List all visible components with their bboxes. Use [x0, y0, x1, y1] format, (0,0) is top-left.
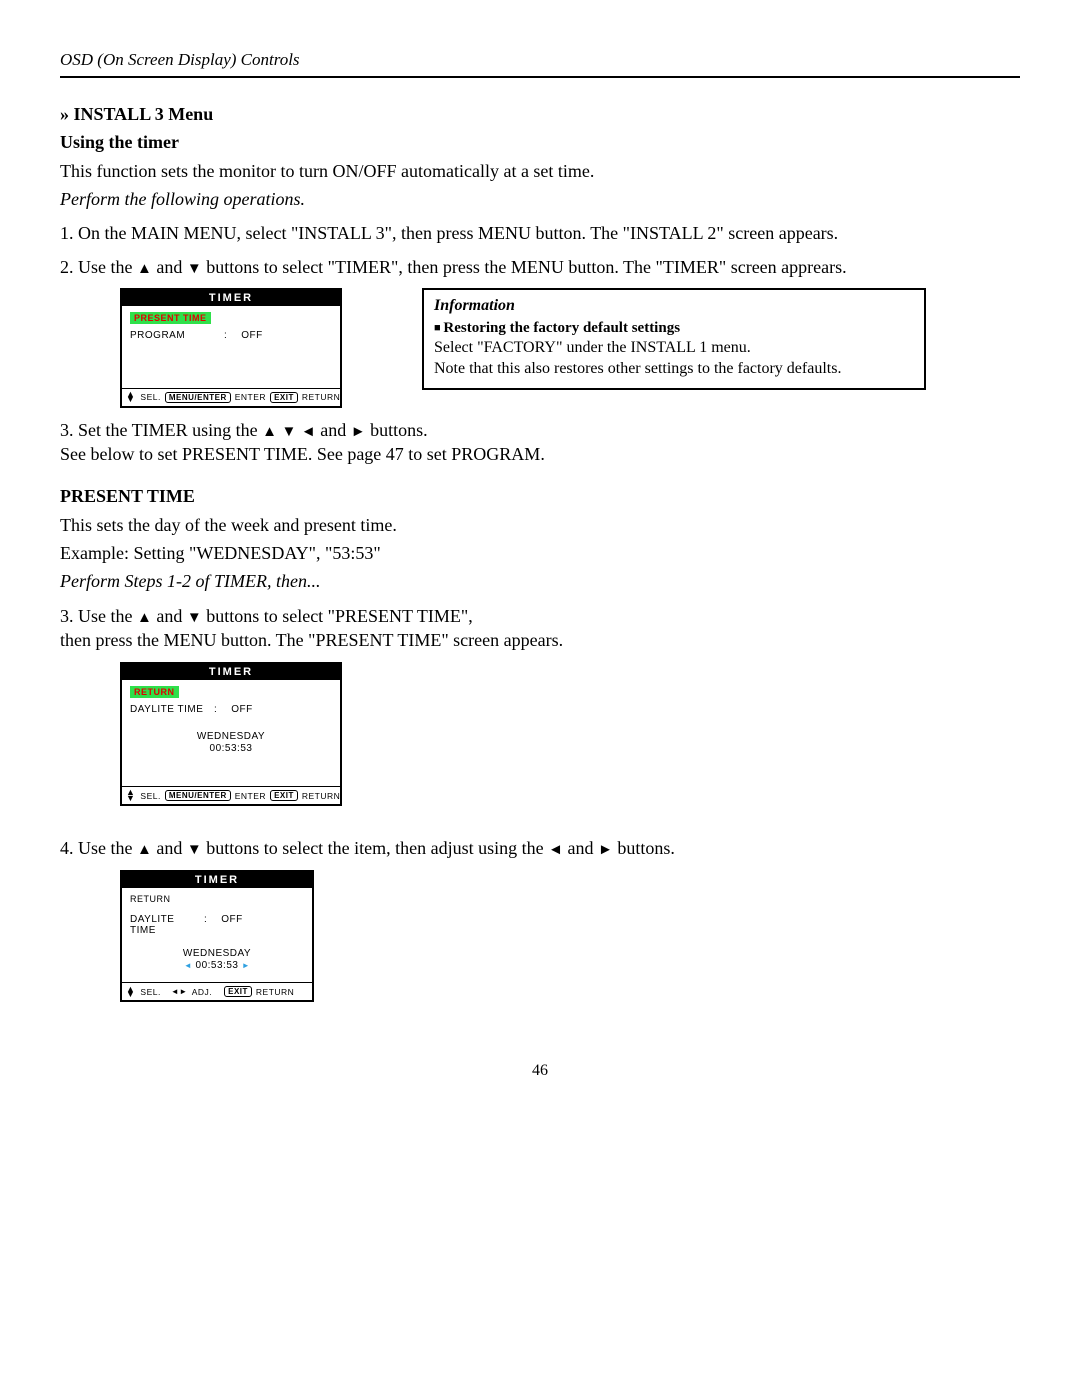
present-time-heading: PRESENT TIME — [60, 484, 1020, 508]
step-3: 3. Set the TIMER using the ▲ ▼ ◄ and ► b… — [60, 418, 1020, 467]
osd1-title: TIMER — [122, 290, 340, 306]
present-time-example: Example: Setting "WEDNESDAY", "53:53" — [60, 541, 1020, 565]
updown-icon: ▲▼ — [126, 987, 135, 998]
osd3-return2: RETURN — [256, 987, 294, 997]
step-2a: 2. Use the — [60, 257, 137, 277]
osd1-colon: : — [224, 330, 227, 341]
osd2-day: WEDNESDAY — [130, 731, 332, 743]
osd1-exit-btn: EXIT — [270, 392, 298, 403]
osd2-daylite-val: OFF — [231, 704, 253, 715]
step-4b: and — [152, 838, 187, 858]
osd1-return: RETURN — [302, 392, 340, 402]
osd1-program-val: OFF — [241, 330, 263, 341]
osd3-colon: : — [204, 914, 207, 936]
pt-step-3d: then press the MENU button. The "PRESENT… — [60, 630, 563, 650]
down-arrow-icon: ▼ — [282, 423, 297, 440]
osd1-sel: SEL. — [140, 392, 160, 402]
osd3-exit-btn: EXIT — [224, 986, 252, 997]
step-4c: buttons to select the item, then adjust … — [202, 838, 548, 858]
up-arrow-icon: ▲ — [137, 609, 152, 626]
page-number: 46 — [60, 1062, 1020, 1080]
osd3-time: 00:53:53 — [196, 960, 239, 971]
up-arrow-icon: ▲ — [137, 260, 152, 277]
osd2-menuenter-btn: MENU/ENTER — [165, 790, 231, 801]
step-4e: buttons. — [613, 838, 675, 858]
install3-heading: » INSTALL 3 Menu — [60, 102, 1020, 126]
osd3-title: TIMER — [122, 872, 312, 888]
osd3-return: RETURN — [130, 894, 304, 904]
info-title: Information — [434, 296, 914, 317]
info-line2: Note that this also restores other setti… — [434, 359, 914, 380]
running-header: OSD (On Screen Display) Controls — [60, 50, 1020, 70]
osd2-return-highlight: RETURN — [130, 686, 179, 698]
osd2-sel: SEL. — [140, 791, 160, 801]
osd-present-time-select: TIMER RETURN DAYLITE TIME : OFF WEDNESDA… — [120, 662, 342, 806]
osd2-time: 00:53:53 — [130, 743, 332, 755]
perform-operations: Perform the following operations. — [60, 187, 1020, 211]
osd1-enter: ENTER — [235, 392, 266, 402]
step-3d: See below to set PRESENT TIME. See page … — [60, 444, 545, 464]
up-arrow-icon: ▲ — [262, 423, 277, 440]
step-4: 4. Use the ▲ and ▼ buttons to select the… — [60, 836, 1020, 860]
osd-timer-main: TIMER PRESENT TIME PROGRAM : OFF ▲▼ SEL.… — [120, 288, 342, 408]
osd3-daylite-label: DAYLITE TIME — [130, 914, 198, 936]
osd2-colon: : — [214, 704, 217, 715]
osd2-title: TIMER — [122, 664, 340, 680]
osd1-program-label: PROGRAM — [130, 330, 218, 341]
right-arrow-icon: ► — [598, 841, 613, 858]
info-line1: Select "FACTORY" under the INSTALL 1 men… — [434, 338, 914, 359]
pt-step-3a: 3. Use the — [60, 606, 137, 626]
intro-text: This function sets the monitor to turn O… — [60, 159, 1020, 183]
step-4d: and — [563, 838, 598, 858]
updown-icon: ▲▼ — [126, 790, 135, 801]
up-arrow-icon: ▲ — [137, 841, 152, 858]
step-1: 1. On the MAIN MENU, select "INSTALL 3",… — [60, 221, 1020, 245]
header-rule — [60, 76, 1020, 78]
step-3a: 3. Set the TIMER using the — [60, 420, 262, 440]
left-arrow-icon: ◄ — [184, 961, 192, 970]
osd2-return: RETURN — [302, 791, 340, 801]
present-time-desc: This sets the day of the week and presen… — [60, 513, 1020, 537]
osd2-enter: ENTER — [235, 791, 266, 801]
osd2-exit-btn: EXIT — [270, 790, 298, 801]
pt-step-3: 3. Use the ▲ and ▼ buttons to select "PR… — [60, 604, 1020, 653]
osd3-sel: SEL. — [140, 987, 160, 997]
step-2c: buttons to select "TIMER", then press th… — [202, 257, 847, 277]
left-arrow-icon: ◄ — [548, 841, 563, 858]
pt-step-3b: and — [152, 606, 187, 626]
osd3-time-row: ◄ 00:53:53 ► — [130, 960, 304, 972]
osd1-present-time-highlight: PRESENT TIME — [130, 312, 211, 324]
step-3c: buttons. — [366, 420, 428, 440]
right-arrow-icon: ► — [242, 961, 250, 970]
osd3-adj: ADJ. — [192, 987, 212, 997]
step-2b: and — [152, 257, 187, 277]
osd-present-time-adjust: TIMER RETURN DAYLITE TIME : OFF WEDNESDA… — [120, 870, 314, 1002]
down-arrow-icon: ▼ — [187, 260, 202, 277]
right-arrow-icon: ► — [351, 423, 366, 440]
perform-steps-12: Perform Steps 1-2 of TIMER, then... — [60, 569, 1020, 593]
left-arrow-icon: ◄ — [301, 423, 316, 440]
step-2: 2. Use the ▲ and ▼ buttons to select "TI… — [60, 255, 1020, 279]
pt-step-3c: buttons to select "PRESENT TIME", — [202, 606, 473, 626]
down-arrow-icon: ▼ — [187, 841, 202, 858]
using-timer-heading: Using the timer — [60, 130, 1020, 154]
step-3b: and — [316, 420, 351, 440]
osd3-day: WEDNESDAY — [130, 948, 304, 960]
osd3-daylite-val: OFF — [221, 914, 243, 936]
down-arrow-icon: ▼ — [187, 609, 202, 626]
info-subtitle: Restoring the factory default settings — [434, 319, 914, 339]
updown-icon: ▲▼ — [126, 392, 135, 403]
osd1-menuenter-btn: MENU/ENTER — [165, 392, 231, 403]
step-4a: 4. Use the — [60, 838, 137, 858]
osd2-daylite-label: DAYLITE TIME — [130, 704, 208, 715]
leftright-icon: ◄► — [171, 987, 188, 996]
information-box: Information Restoring the factory defaul… — [422, 288, 926, 390]
